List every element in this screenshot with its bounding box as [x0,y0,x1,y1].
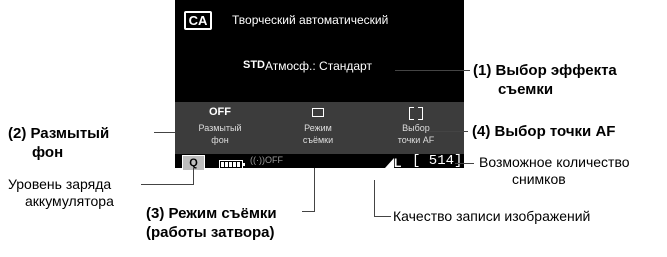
note-battery-line1: Уровень заряда [8,176,112,192]
ambience-setting[interactable]: Атмосф.: Стандарт [265,59,372,73]
af-point-icon [409,107,423,120]
af-point-label-line1: Выбор [402,123,430,133]
leader-line-battery [141,184,193,185]
af-point-label: Выбор точки AF [371,122,461,146]
wifi-off-icon: ((·))OFF [250,155,283,165]
drive-mode-label-line1: Режим [304,123,332,133]
background-blur-value: OFF [209,106,231,118]
drive-mode-label: Режим съёмки [273,122,363,146]
drive-mode-label-line2: съёмки [302,135,334,145]
image-quality-icon: L [385,156,401,170]
callout-drive: (3) Режим съёмки (работы затвора) [146,204,277,242]
note-battery-line2: аккумулятора [25,193,114,209]
af-point-label-line2: точки AF [397,135,435,145]
af-point-setting[interactable]: Выбор точки AF [371,105,461,146]
leader-line-drive-h [302,211,315,212]
camera-screen: CA Творческий автоматический STD Атмосф.… [175,0,464,171]
callout-blur: (2) Размытый фон [8,124,109,162]
mode-badge[interactable]: CA [184,11,212,30]
callout-effect-line1: (1) Выбор эффекта [473,62,617,79]
drive-mode-setting[interactable]: Режим съёмки [273,105,363,146]
note-shots: Возможное количество снимков [479,154,630,188]
note-shots-line2: снимков [512,171,566,187]
single-shot-icon [312,108,324,117]
leader-line-drive [314,168,315,212]
callout-blur-line2: фон [32,144,64,161]
mode-title: Творческий автоматический [232,13,389,27]
callout-drive-line1: (3) Режим съёмки [146,205,277,222]
callout-drive-line2: (работы затвора) [146,224,275,241]
picture-style-icon: STD [243,59,265,71]
leader-line-quality-h [374,216,391,217]
callout-af: (4) Выбор точки AF [472,123,616,140]
leader-line-battery-v [193,168,194,185]
note-quality: Качество записи изображений [393,208,591,224]
leader-line-shots [455,163,474,164]
shots-remaining: [ 514] [412,153,463,169]
leader-line-af [428,131,468,132]
leader-line-quality [374,180,375,217]
battery-icon [219,160,245,169]
background-blur-setting[interactable]: OFF Размытый фон [175,105,265,146]
callout-effect: (1) Выбор эффекта съемки [473,61,617,99]
leader-line-effect [395,70,470,71]
background-blur-label: Размытый фон [175,122,265,146]
settings-panel: OFF Размытый фон Режим съёмки Выбор точк… [175,102,464,154]
background-blur-label-line2: фон [211,135,229,145]
callout-blur-line1: (2) Размытый [8,125,110,142]
note-battery: Уровень заряда аккумулятора [8,176,114,210]
leader-line-blur [154,132,175,133]
note-shots-line1: Возможное количество [479,154,630,170]
image-quality-size: L [394,156,402,170]
callout-effect-line2: съемки [498,81,554,98]
background-blur-label-line1: Размытый [198,123,242,133]
